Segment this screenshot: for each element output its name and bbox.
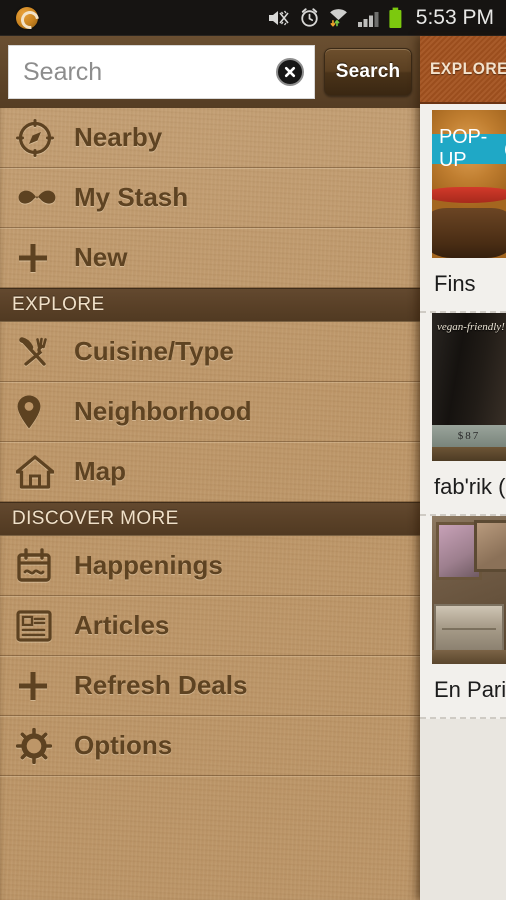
menu-item-label: Nearby xyxy=(74,122,163,152)
deal-card-title: Fins xyxy=(434,271,476,296)
menu-item-label: Map xyxy=(74,456,126,486)
status-bar: 5:53 PM xyxy=(0,0,506,36)
house-icon xyxy=(16,454,60,489)
content-header-title: EXPLORE xyxy=(430,59,506,78)
menu-item-label: New xyxy=(74,242,128,272)
deal-card[interactable]: En Paris xyxy=(420,516,506,719)
status-badge: POP-UP xyxy=(432,126,506,171)
search-bar: Search xyxy=(0,36,420,108)
plus-icon xyxy=(16,669,60,703)
mustache-icon xyxy=(16,183,60,213)
clear-icon[interactable] xyxy=(276,58,304,86)
deal-card[interactable]: POP-UP Fins xyxy=(420,110,506,313)
photo-price-tag: $87 xyxy=(432,425,506,447)
menu-item-options[interactable]: Options xyxy=(0,716,420,776)
menu-item-map[interactable]: Map xyxy=(0,442,420,502)
section-header-explore: EXPLORE xyxy=(0,288,420,322)
status-clock: 5:53 PM xyxy=(415,5,494,29)
menu-item-label: Neighborhood xyxy=(74,396,252,426)
menu-item-my-stash[interactable]: My Stash xyxy=(0,168,420,228)
badge-label: POP-UP xyxy=(439,126,488,171)
compass-icon xyxy=(16,118,60,157)
menu-item-new[interactable]: New xyxy=(0,228,420,288)
wifi-data-icon xyxy=(329,9,347,27)
menu-item-happenings[interactable]: Happenings xyxy=(0,536,420,596)
deal-card[interactable]: vegan-friendly! $87 fab'rik ( xyxy=(420,313,506,516)
map-pin-icon xyxy=(16,394,60,430)
menu-item-nearby[interactable]: Nearby xyxy=(0,108,420,168)
content-panel: EXPLORE POP-UP Fins vegan-friendly! $87 … xyxy=(420,36,506,900)
search-button[interactable]: Search xyxy=(324,48,412,96)
menu-item-label: Happenings xyxy=(74,550,223,580)
app-logo-icon xyxy=(14,5,40,31)
menu-item-refresh-deals[interactable]: Refresh Deals xyxy=(0,656,420,716)
calendar-icon xyxy=(16,547,60,584)
alarm-clock-icon xyxy=(301,8,318,27)
burger-photo: POP-UP xyxy=(432,110,506,258)
status-icons: 5:53 PM xyxy=(266,0,498,36)
vintage-shop-photo xyxy=(432,516,506,664)
menu-item-label: My Stash xyxy=(74,182,189,212)
search-field-wrapper[interactable] xyxy=(8,45,315,99)
content-header: EXPLORE xyxy=(420,36,506,104)
gear-icon xyxy=(16,727,60,764)
signal-bars-icon xyxy=(357,11,379,27)
mute-vibrate-icon xyxy=(268,10,289,25)
deal-card-title: fab'rik ( xyxy=(434,474,506,499)
menu-item-label: Cuisine/Type xyxy=(74,336,234,366)
plus-icon xyxy=(16,241,60,275)
boutique-photo: vegan-friendly! $87 xyxy=(432,313,506,461)
article-icon xyxy=(16,609,60,642)
app-root: 5:53 PM Search Search Nearby My Stash Ne… xyxy=(0,0,506,900)
deal-card-list: POP-UP Fins vegan-friendly! $87 fab'rik … xyxy=(420,104,506,719)
menu-item-cuisine-type[interactable]: Cuisine/Type xyxy=(0,322,420,382)
menu-item-label: Articles xyxy=(74,610,170,640)
menu-item-articles[interactable]: Articles xyxy=(0,596,420,656)
fork-knife-icon xyxy=(16,334,60,370)
battery-icon xyxy=(389,7,402,28)
photo-handwritten-text: vegan-friendly! xyxy=(437,321,505,333)
navigation-drawer: Search Nearby xyxy=(0,36,420,900)
search-input[interactable] xyxy=(9,46,314,98)
section-header-discover-more: DISCOVER MORE xyxy=(0,502,420,536)
deal-card-title: En Paris xyxy=(434,677,506,702)
menu-list: Nearby My Stash New EXPLORE Cuisine/Type… xyxy=(0,108,420,776)
menu-item-label: Options xyxy=(74,730,173,760)
menu-item-label: Refresh Deals xyxy=(74,670,248,700)
menu-item-neighborhood[interactable]: Neighborhood xyxy=(0,382,420,442)
